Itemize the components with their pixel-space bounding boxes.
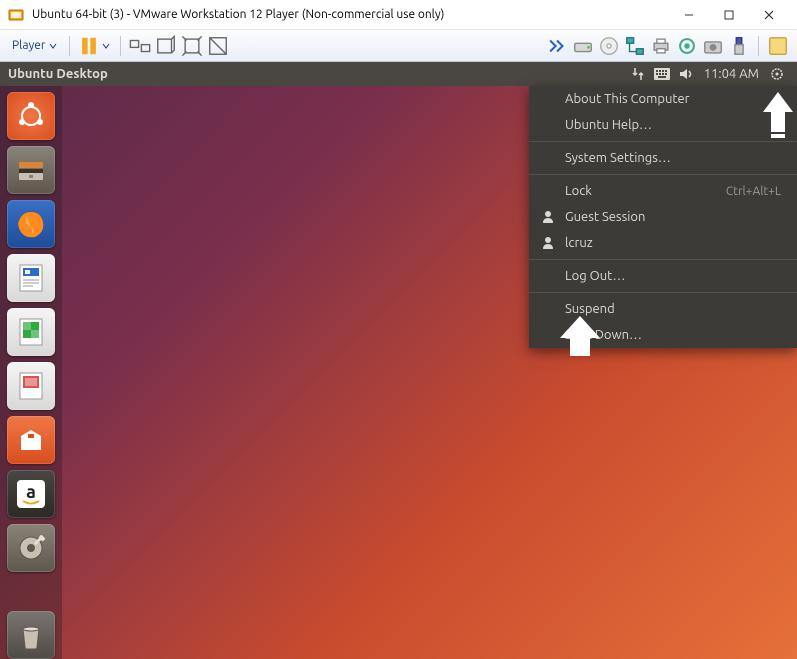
menu-about-computer[interactable]: About This Computer	[529, 86, 797, 112]
menu-user[interactable]: lcruz	[529, 230, 797, 256]
player-menu-button[interactable]: Player	[6, 37, 63, 54]
chevrons-icon[interactable]	[546, 35, 568, 57]
menu-separator	[529, 174, 797, 175]
files-button[interactable]	[7, 146, 55, 194]
keyboard-indicator[interactable]	[650, 62, 674, 86]
clock[interactable]: 11:04 AM	[704, 67, 759, 81]
window-controls	[669, 1, 789, 29]
snapshot-button[interactable]	[155, 35, 177, 57]
software-center-button[interactable]	[7, 416, 55, 464]
toolbar-separator	[120, 36, 121, 56]
unity-button[interactable]	[207, 35, 229, 57]
usb-icon[interactable]	[728, 35, 750, 57]
fullscreen-button[interactable]	[181, 35, 203, 57]
player-menu-label: Player	[12, 39, 45, 52]
menu-guest-session[interactable]: Guest Session	[529, 204, 797, 230]
system-settings-button[interactable]	[7, 524, 55, 572]
manage-button[interactable]	[767, 35, 789, 57]
shortcut-label: Ctrl+Alt+L	[726, 185, 781, 198]
sound-icon[interactable]	[676, 35, 698, 57]
firefox-button[interactable]	[7, 200, 55, 248]
printer-icon[interactable]	[650, 35, 672, 57]
calc-button[interactable]	[7, 308, 55, 356]
vmware-toolbar: Player	[0, 30, 797, 62]
menu-system-settings[interactable]: System Settings…	[529, 145, 797, 171]
annotation-arrow-shutdown	[560, 316, 600, 360]
close-button[interactable]	[749, 1, 789, 29]
system-menu-button[interactable]	[765, 62, 789, 86]
guest-display: Ubuntu Desktop 11:04 AM a	[0, 62, 797, 659]
maximize-button[interactable]	[709, 1, 749, 29]
window-title: Ubuntu 64-bit (3) - VMware Workstation 1…	[32, 8, 669, 21]
menu-separator	[529, 141, 797, 142]
system-menu-dropdown: About This Computer Ubuntu Help… System …	[529, 86, 797, 348]
svg-text:a: a	[26, 482, 36, 502]
impress-button[interactable]	[7, 362, 55, 410]
user-icon	[541, 209, 555, 226]
toolbar-separator	[69, 36, 70, 56]
chevron-down-icon	[49, 42, 57, 50]
network-indicator[interactable]	[626, 62, 650, 86]
unity-launcher: a	[0, 86, 62, 659]
camera-icon[interactable]	[702, 35, 724, 57]
trash-button[interactable]	[7, 611, 55, 659]
dash-button[interactable]	[7, 92, 55, 140]
pause-button[interactable]	[78, 35, 100, 57]
toolbar-separator	[758, 36, 759, 56]
ubuntu-bar-title: Ubuntu Desktop	[8, 67, 626, 81]
minimize-button[interactable]	[669, 1, 709, 29]
writer-button[interactable]	[7, 254, 55, 302]
menu-ubuntu-help[interactable]: Ubuntu Help…	[529, 112, 797, 138]
network-icon[interactable]	[624, 35, 646, 57]
menu-separator	[529, 259, 797, 260]
amazon-button[interactable]: a	[7, 470, 55, 518]
menu-separator	[529, 292, 797, 293]
vmware-icon	[8, 7, 24, 23]
hard-disk-icon[interactable]	[572, 35, 594, 57]
annotation-arrow-gear	[763, 92, 793, 144]
user-icon	[541, 235, 555, 252]
sound-indicator[interactable]	[674, 62, 698, 86]
menu-log-out[interactable]: Log Out…	[529, 263, 797, 289]
send-ctrl-alt-del-button[interactable]	[129, 35, 151, 57]
window-titlebar: Ubuntu 64-bit (3) - VMware Workstation 1…	[0, 0, 797, 30]
chevron-down-icon[interactable]	[102, 42, 110, 50]
menu-lock[interactable]: LockCtrl+Alt+L	[529, 178, 797, 204]
ubuntu-top-bar: Ubuntu Desktop 11:04 AM	[0, 62, 797, 86]
cd-icon[interactable]	[598, 35, 620, 57]
